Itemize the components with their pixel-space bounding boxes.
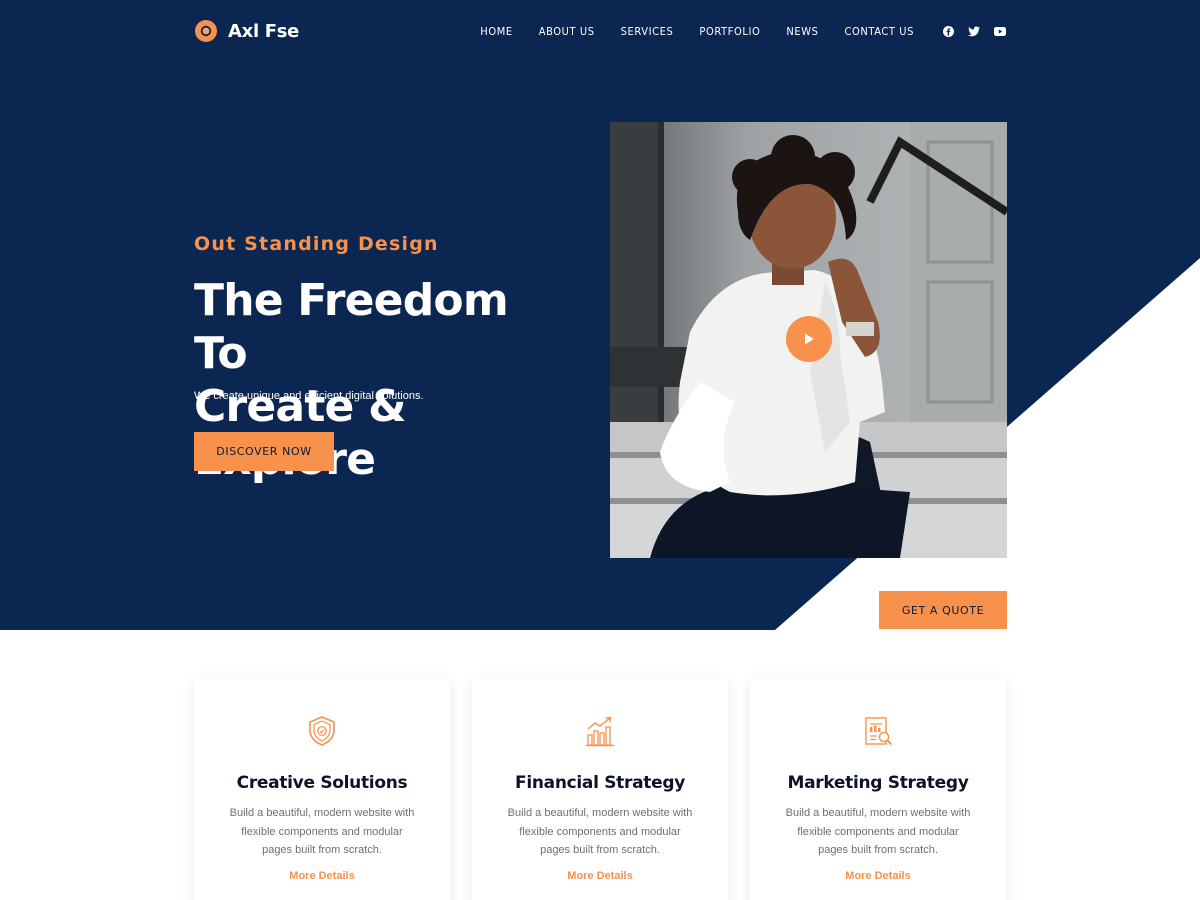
hero-eyebrow: Out Standing Design	[194, 233, 439, 255]
facebook-icon[interactable]	[942, 25, 954, 37]
youtube-icon[interactable]	[994, 25, 1006, 37]
hero-diagonal-shape	[775, 258, 1200, 630]
card-title: Marketing Strategy	[787, 773, 969, 793]
card-title: Creative Solutions	[236, 773, 408, 793]
more-details-link[interactable]: More Details	[567, 870, 632, 882]
card-text: Build a beautiful, modern website with f…	[229, 807, 415, 856]
get-a-quote-button[interactable]: GET A QUOTE	[879, 591, 1007, 629]
more-details-link[interactable]: More Details	[845, 870, 910, 882]
play-icon	[805, 333, 814, 345]
more-details-link[interactable]: More Details	[289, 870, 354, 882]
twitter-icon[interactable]	[968, 25, 980, 37]
services-cards: Creative Solutions Build a beautiful, mo…	[194, 679, 1006, 900]
site-header: Axl Fse HOME ABOUT US SERVICES PORTFOLIO…	[194, 16, 1006, 46]
play-video-button[interactable]	[786, 316, 832, 362]
hero-title-line-1: The Freedom To	[194, 275, 509, 379]
hero-subtitle: We create unique and efficient digital s…	[194, 390, 424, 402]
service-card: Marketing Strategy Build a beautiful, mo…	[750, 679, 1006, 900]
card-text: Build a beautiful, modern website with f…	[785, 807, 971, 856]
nav-item-news[interactable]: NEWS	[786, 25, 818, 38]
nav-item-portfolio[interactable]: PORTFOLIO	[699, 25, 760, 38]
nav-item-about-us[interactable]: ABOUT US	[539, 25, 595, 38]
social-links	[942, 25, 1006, 37]
brand-name: Axl Fse	[228, 20, 300, 42]
hero-section	[0, 0, 1200, 630]
donut-logo-icon	[195, 20, 217, 42]
shield-icon	[309, 716, 335, 746]
service-card: Creative Solutions Build a beautiful, mo…	[194, 679, 450, 900]
brand[interactable]: Axl Fse	[194, 19, 299, 43]
service-card: Financial Strategy Build a beautiful, mo…	[472, 679, 728, 900]
nav-item-home[interactable]: HOME	[480, 25, 512, 38]
nav-item-contact-us[interactable]: CONTACT US	[845, 25, 915, 38]
nav-item-services[interactable]: SERVICES	[621, 25, 674, 38]
card-title: Financial Strategy	[515, 773, 685, 793]
report-search-icon	[865, 717, 893, 746]
bar-chart-icon	[586, 716, 614, 747]
discover-now-button[interactable]: DISCOVER NOW	[194, 432, 334, 471]
card-text: Build a beautiful, modern website with f…	[507, 807, 693, 856]
main-nav: HOME ABOUT US SERVICES PORTFOLIO NEWS CO…	[454, 25, 1006, 38]
